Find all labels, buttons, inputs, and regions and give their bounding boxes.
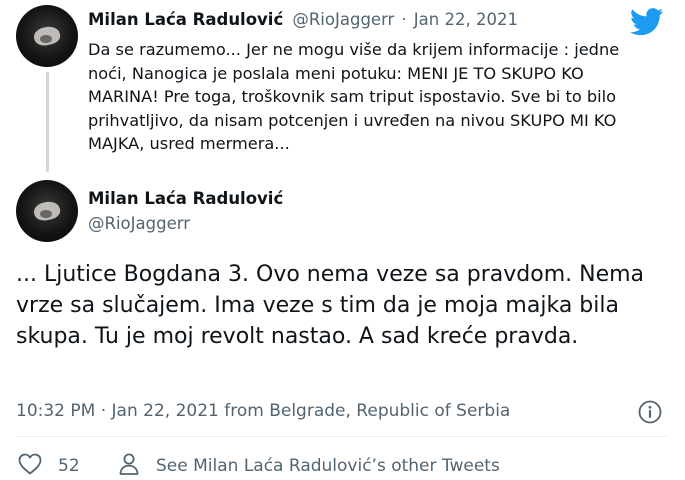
avatar[interactable] bbox=[16, 180, 78, 242]
tweet-timestamp[interactable]: 10:32 PM · Jan 22, 2021 from Belgrade, R… bbox=[16, 401, 510, 421]
tweet-date[interactable]: Jan 22, 2021 bbox=[414, 10, 518, 29]
author-handle[interactable]: @RioJaggerr bbox=[292, 10, 394, 29]
author-name[interactable]: Milan Laća Radulović bbox=[88, 189, 283, 208]
divider bbox=[16, 436, 669, 437]
avatar[interactable] bbox=[16, 5, 78, 67]
see-other-tweets-link[interactable]: See Milan Laća Radulović’s other Tweets bbox=[156, 456, 500, 476]
person-icon[interactable] bbox=[118, 452, 140, 476]
separator: · bbox=[401, 10, 407, 29]
twitter-bird-icon[interactable] bbox=[630, 8, 664, 36]
author-handle[interactable]: @RioJaggerr bbox=[88, 214, 190, 233]
info-icon[interactable] bbox=[637, 399, 663, 425]
thread-line bbox=[46, 72, 49, 172]
author-name[interactable]: Milan Laća Radulović bbox=[88, 10, 283, 29]
tweet-text: Da se razumemo... Jer ne mogu više da kr… bbox=[88, 40, 620, 153]
tweet-header: Milan Laća Radulović @RioJaggerr · Jan 2… bbox=[88, 10, 518, 29]
heart-icon[interactable] bbox=[18, 453, 42, 475]
like-count[interactable]: 52 bbox=[58, 456, 80, 476]
tweet-text: ... Ljutice Bogdana 3. Ovo nema veze sa … bbox=[16, 262, 645, 349]
